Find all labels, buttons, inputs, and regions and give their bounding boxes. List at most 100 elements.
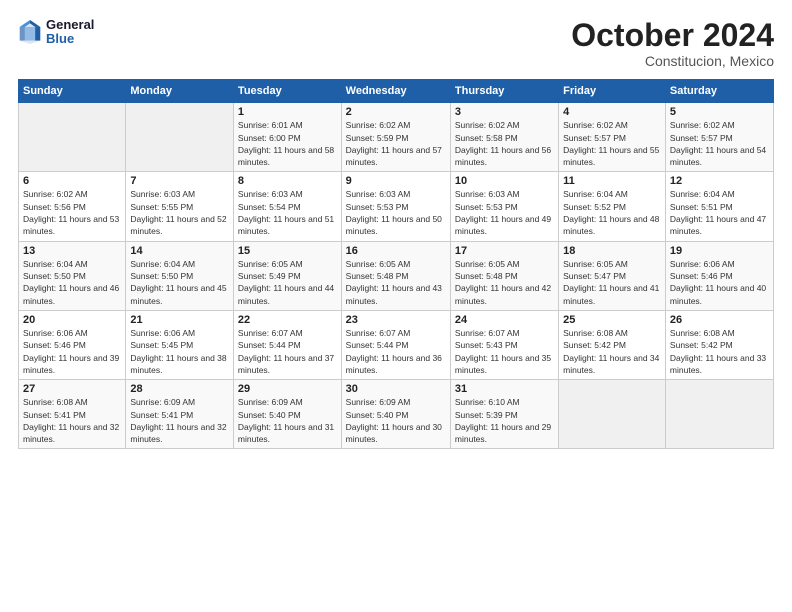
day-detail: Sunrise: 6:07 AM Sunset: 5:44 PM Dayligh… [346, 327, 446, 376]
logo-icon [18, 18, 42, 46]
col-saturday: Saturday [665, 80, 773, 103]
day-number: 12 [670, 175, 769, 187]
day-number: 23 [346, 314, 446, 326]
day-number: 24 [455, 314, 554, 326]
col-wednesday: Wednesday [341, 80, 450, 103]
day-number: 18 [563, 245, 661, 257]
col-friday: Friday [559, 80, 666, 103]
calendar-cell: 9Sunrise: 6:03 AM Sunset: 5:53 PM Daylig… [341, 172, 450, 241]
calendar-cell: 18Sunrise: 6:05 AM Sunset: 5:47 PM Dayli… [559, 241, 666, 310]
calendar-cell: 21Sunrise: 6:06 AM Sunset: 5:45 PM Dayli… [126, 310, 234, 379]
day-detail: Sunrise: 6:08 AM Sunset: 5:42 PM Dayligh… [670, 327, 769, 376]
col-sunday: Sunday [19, 80, 126, 103]
calendar-cell: 2Sunrise: 6:02 AM Sunset: 5:59 PM Daylig… [341, 103, 450, 172]
day-detail: Sunrise: 6:08 AM Sunset: 5:41 PM Dayligh… [23, 396, 121, 445]
day-number: 5 [670, 106, 769, 118]
week-row-4: 27Sunrise: 6:08 AM Sunset: 5:41 PM Dayli… [19, 380, 774, 449]
day-detail: Sunrise: 6:03 AM Sunset: 5:54 PM Dayligh… [238, 188, 337, 237]
calendar-cell: 20Sunrise: 6:06 AM Sunset: 5:46 PM Dayli… [19, 310, 126, 379]
logo-line2: Blue [46, 32, 94, 46]
calendar-cell: 28Sunrise: 6:09 AM Sunset: 5:41 PM Dayli… [126, 380, 234, 449]
day-number: 28 [130, 383, 229, 395]
col-tuesday: Tuesday [233, 80, 341, 103]
day-detail: Sunrise: 6:04 AM Sunset: 5:50 PM Dayligh… [130, 258, 229, 307]
day-detail: Sunrise: 6:02 AM Sunset: 5:59 PM Dayligh… [346, 119, 446, 168]
calendar-cell: 7Sunrise: 6:03 AM Sunset: 5:55 PM Daylig… [126, 172, 234, 241]
day-number: 19 [670, 245, 769, 257]
day-detail: Sunrise: 6:05 AM Sunset: 5:48 PM Dayligh… [346, 258, 446, 307]
day-detail: Sunrise: 6:04 AM Sunset: 5:51 PM Dayligh… [670, 188, 769, 237]
week-row-3: 20Sunrise: 6:06 AM Sunset: 5:46 PM Dayli… [19, 310, 774, 379]
logo: General Blue [18, 18, 94, 47]
day-detail: Sunrise: 6:04 AM Sunset: 5:50 PM Dayligh… [23, 258, 121, 307]
week-row-0: 1Sunrise: 6:01 AM Sunset: 6:00 PM Daylig… [19, 103, 774, 172]
calendar-cell: 30Sunrise: 6:09 AM Sunset: 5:40 PM Dayli… [341, 380, 450, 449]
col-thursday: Thursday [450, 80, 558, 103]
day-detail: Sunrise: 6:10 AM Sunset: 5:39 PM Dayligh… [455, 396, 554, 445]
day-detail: Sunrise: 6:01 AM Sunset: 6:00 PM Dayligh… [238, 119, 337, 168]
calendar-cell: 8Sunrise: 6:03 AM Sunset: 5:54 PM Daylig… [233, 172, 341, 241]
day-detail: Sunrise: 6:08 AM Sunset: 5:42 PM Dayligh… [563, 327, 661, 376]
calendar-cell: 12Sunrise: 6:04 AM Sunset: 5:51 PM Dayli… [665, 172, 773, 241]
calendar-cell [559, 380, 666, 449]
day-number: 8 [238, 175, 337, 187]
day-number: 11 [563, 175, 661, 187]
calendar-cell: 13Sunrise: 6:04 AM Sunset: 5:50 PM Dayli… [19, 241, 126, 310]
calendar-header: Sunday Monday Tuesday Wednesday Thursday… [19, 80, 774, 103]
week-row-2: 13Sunrise: 6:04 AM Sunset: 5:50 PM Dayli… [19, 241, 774, 310]
day-detail: Sunrise: 6:06 AM Sunset: 5:46 PM Dayligh… [670, 258, 769, 307]
calendar-cell: 1Sunrise: 6:01 AM Sunset: 6:00 PM Daylig… [233, 103, 341, 172]
day-detail: Sunrise: 6:02 AM Sunset: 5:57 PM Dayligh… [563, 119, 661, 168]
day-number: 30 [346, 383, 446, 395]
day-detail: Sunrise: 6:02 AM Sunset: 5:57 PM Dayligh… [670, 119, 769, 168]
day-number: 2 [346, 106, 446, 118]
calendar-cell: 25Sunrise: 6:08 AM Sunset: 5:42 PM Dayli… [559, 310, 666, 379]
calendar-cell: 27Sunrise: 6:08 AM Sunset: 5:41 PM Dayli… [19, 380, 126, 449]
day-number: 7 [130, 175, 229, 187]
calendar-cell [665, 380, 773, 449]
week-row-1: 6Sunrise: 6:02 AM Sunset: 5:56 PM Daylig… [19, 172, 774, 241]
day-number: 29 [238, 383, 337, 395]
day-detail: Sunrise: 6:05 AM Sunset: 5:48 PM Dayligh… [455, 258, 554, 307]
day-number: 25 [563, 314, 661, 326]
location-subtitle: Constitucion, Mexico [571, 53, 774, 69]
day-detail: Sunrise: 6:06 AM Sunset: 5:46 PM Dayligh… [23, 327, 121, 376]
calendar-body: 1Sunrise: 6:01 AM Sunset: 6:00 PM Daylig… [19, 103, 774, 449]
day-detail: Sunrise: 6:05 AM Sunset: 5:49 PM Dayligh… [238, 258, 337, 307]
calendar-cell [19, 103, 126, 172]
day-number: 27 [23, 383, 121, 395]
calendar-cell: 3Sunrise: 6:02 AM Sunset: 5:58 PM Daylig… [450, 103, 558, 172]
header: General Blue October 2024 Constitucion, … [18, 18, 774, 69]
calendar-cell: 24Sunrise: 6:07 AM Sunset: 5:43 PM Dayli… [450, 310, 558, 379]
day-detail: Sunrise: 6:06 AM Sunset: 5:45 PM Dayligh… [130, 327, 229, 376]
calendar-cell: 31Sunrise: 6:10 AM Sunset: 5:39 PM Dayli… [450, 380, 558, 449]
day-number: 17 [455, 245, 554, 257]
day-detail: Sunrise: 6:09 AM Sunset: 5:40 PM Dayligh… [238, 396, 337, 445]
day-detail: Sunrise: 6:02 AM Sunset: 5:56 PM Dayligh… [23, 188, 121, 237]
day-detail: Sunrise: 6:07 AM Sunset: 5:43 PM Dayligh… [455, 327, 554, 376]
calendar-cell [126, 103, 234, 172]
day-number: 9 [346, 175, 446, 187]
calendar-cell: 10Sunrise: 6:03 AM Sunset: 5:53 PM Dayli… [450, 172, 558, 241]
day-number: 31 [455, 383, 554, 395]
title-block: October 2024 Constitucion, Mexico [571, 18, 774, 69]
day-detail: Sunrise: 6:09 AM Sunset: 5:40 PM Dayligh… [346, 396, 446, 445]
day-detail: Sunrise: 6:07 AM Sunset: 5:44 PM Dayligh… [238, 327, 337, 376]
day-detail: Sunrise: 6:03 AM Sunset: 5:53 PM Dayligh… [346, 188, 446, 237]
day-number: 1 [238, 106, 337, 118]
calendar-cell: 6Sunrise: 6:02 AM Sunset: 5:56 PM Daylig… [19, 172, 126, 241]
day-number: 22 [238, 314, 337, 326]
day-detail: Sunrise: 6:09 AM Sunset: 5:41 PM Dayligh… [130, 396, 229, 445]
day-detail: Sunrise: 6:02 AM Sunset: 5:58 PM Dayligh… [455, 119, 554, 168]
day-number: 14 [130, 245, 229, 257]
logo-text: General Blue [46, 18, 94, 47]
day-number: 20 [23, 314, 121, 326]
day-detail: Sunrise: 6:03 AM Sunset: 5:53 PM Dayligh… [455, 188, 554, 237]
calendar-cell: 5Sunrise: 6:02 AM Sunset: 5:57 PM Daylig… [665, 103, 773, 172]
calendar-cell: 22Sunrise: 6:07 AM Sunset: 5:44 PM Dayli… [233, 310, 341, 379]
col-monday: Monday [126, 80, 234, 103]
calendar-cell: 19Sunrise: 6:06 AM Sunset: 5:46 PM Dayli… [665, 241, 773, 310]
calendar-cell: 16Sunrise: 6:05 AM Sunset: 5:48 PM Dayli… [341, 241, 450, 310]
calendar-cell: 26Sunrise: 6:08 AM Sunset: 5:42 PM Dayli… [665, 310, 773, 379]
day-number: 6 [23, 175, 121, 187]
